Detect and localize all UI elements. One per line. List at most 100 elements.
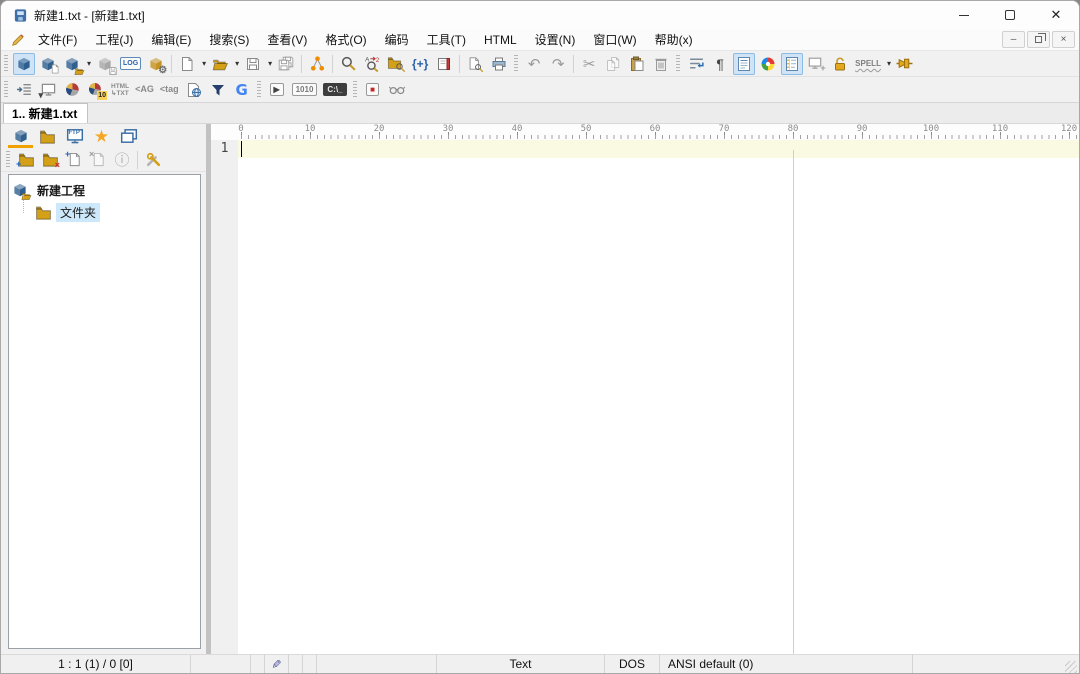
- menu-help[interactable]: 帮助(x): [646, 29, 702, 50]
- function-list-button[interactable]: [306, 53, 328, 75]
- save-all-button[interactable]: [275, 53, 297, 75]
- save-project-button[interactable]: [94, 53, 116, 75]
- google-search-button[interactable]: G: [231, 79, 253, 101]
- undo-button[interactable]: ↶: [523, 53, 545, 75]
- save-file-button[interactable]: [242, 53, 264, 75]
- code-area[interactable]: 1: [211, 140, 1079, 654]
- resize-grip-icon[interactable]: [1065, 661, 1077, 673]
- tree-item-folder[interactable]: 文件夹: [35, 201, 198, 223]
- tree-item-project[interactable]: 新建工程: [11, 179, 198, 201]
- spell-check-dropdown[interactable]: ▾: [885, 59, 893, 68]
- line-numbers-button[interactable]: [781, 53, 803, 75]
- toolbar-gripper[interactable]: [4, 81, 8, 99]
- open-file-dropdown[interactable]: ▾: [233, 59, 241, 68]
- tab-favorites-panel[interactable]: ★: [88, 125, 115, 148]
- pie-chart-base10-button[interactable]: 10: [85, 79, 107, 101]
- bookmark-list-button[interactable]: [433, 53, 455, 75]
- clone-view-button[interactable]: +: [805, 53, 827, 75]
- add-folder-button[interactable]: +: [15, 149, 37, 171]
- new-file-button[interactable]: [176, 53, 198, 75]
- open-file-button[interactable]: [209, 53, 231, 75]
- open-project-dropdown[interactable]: ▾: [85, 59, 93, 68]
- tab-project-panel[interactable]: [7, 125, 34, 148]
- word-wrap-button[interactable]: [685, 53, 707, 75]
- project-settings-button[interactable]: ⚙: [145, 53, 167, 75]
- strip-tags-button[interactable]: <AG: [133, 79, 156, 101]
- open-project-button[interactable]: [61, 53, 83, 75]
- replace-button[interactable]: [361, 53, 383, 75]
- new-file-dropdown[interactable]: ▾: [200, 59, 208, 68]
- tab-windows-panel[interactable]: [115, 125, 142, 148]
- find-button[interactable]: [337, 53, 359, 75]
- typeset-button[interactable]: ▾: [37, 79, 59, 101]
- pin-tab-button[interactable]: [894, 53, 916, 75]
- tab-directory-panel[interactable]: [34, 125, 61, 148]
- menu-search[interactable]: 搜索(S): [200, 29, 258, 50]
- add-file-to-project-button[interactable]: [37, 53, 59, 75]
- toolbar-gripper[interactable]: [6, 151, 10, 169]
- goto-button[interactable]: {+}: [409, 53, 431, 75]
- maximize-button[interactable]: [987, 1, 1033, 29]
- filter-button[interactable]: [207, 79, 229, 101]
- menu-format[interactable]: 格式(O): [316, 29, 375, 50]
- lock-file-button[interactable]: [829, 53, 851, 75]
- auto-indent-button[interactable]: [13, 79, 35, 101]
- menu-file[interactable]: 文件(F): [29, 29, 86, 50]
- mdi-restore-button[interactable]: [1027, 31, 1050, 48]
- save-file-dropdown[interactable]: ▾: [266, 59, 274, 68]
- toolbar-gripper[interactable]: [4, 55, 8, 73]
- document-tab-active[interactable]: 1.. 新建1.txt: [3, 103, 88, 123]
- show-paragraph-button[interactable]: ¶: [709, 53, 731, 75]
- run-script-button[interactable]: ▶: [266, 79, 288, 101]
- delete-button[interactable]: [650, 53, 672, 75]
- paste-button[interactable]: [626, 53, 648, 75]
- project-tools-button[interactable]: [142, 149, 164, 171]
- status-line-ending[interactable]: DOS: [605, 655, 660, 673]
- toolbar-gripper[interactable]: [353, 81, 357, 99]
- html-to-text-button[interactable]: HTML↳TXT: [109, 79, 131, 101]
- print-button[interactable]: [488, 53, 510, 75]
- hex-view-button[interactable]: 1010: [290, 79, 320, 101]
- show-whitespace-button[interactable]: [733, 53, 755, 75]
- status-encoding[interactable]: ANSI default (0): [660, 655, 913, 673]
- mdi-minimize-button[interactable]: –: [1002, 31, 1025, 48]
- copy-button[interactable]: [602, 53, 624, 75]
- project-info-button[interactable]: ⓘ: [111, 149, 133, 171]
- menu-tools[interactable]: 工具(T): [418, 29, 475, 50]
- menu-encoding[interactable]: 编码: [376, 29, 418, 50]
- menu-window[interactable]: 窗口(W): [584, 29, 645, 50]
- record-macro-button[interactable]: ■: [362, 79, 384, 101]
- trash-icon: [653, 56, 669, 72]
- insert-tag-button[interactable]: <tag: [158, 79, 181, 101]
- spell-check-button[interactable]: SPELL: [853, 53, 883, 75]
- status-doc-type[interactable]: Text: [437, 655, 605, 673]
- redo-button[interactable]: ↷: [547, 53, 569, 75]
- print-preview-button[interactable]: [464, 53, 486, 75]
- open-console-button[interactable]: C:\_: [321, 79, 348, 101]
- remove-file-button[interactable]: ×: [87, 149, 109, 171]
- project-log-button[interactable]: LOG: [118, 53, 143, 75]
- menu-edit[interactable]: 编辑(E): [142, 29, 200, 50]
- toolbar-gripper[interactable]: [676, 55, 680, 73]
- find-in-files-button[interactable]: [385, 53, 407, 75]
- add-file-button[interactable]: +: [63, 149, 85, 171]
- remove-folder-button[interactable]: ×: [39, 149, 61, 171]
- view-in-browser-button[interactable]: [183, 79, 205, 101]
- reading-mode-button[interactable]: [386, 79, 408, 101]
- new-project-button[interactable]: [13, 53, 35, 75]
- editor-pane[interactable]: 0102030405060708090100110120 1: [211, 124, 1079, 654]
- text-area[interactable]: [238, 140, 1079, 654]
- menu-settings[interactable]: 设置(N): [526, 29, 585, 50]
- toolbar-gripper[interactable]: [514, 55, 518, 73]
- menu-view[interactable]: 查看(V): [258, 29, 316, 50]
- minimize-button[interactable]: [941, 1, 987, 29]
- pie-chart-button[interactable]: [61, 79, 83, 101]
- close-button[interactable]: ✕: [1033, 1, 1079, 29]
- menu-project[interactable]: 工程(J): [86, 29, 142, 50]
- toolbar-gripper[interactable]: [257, 81, 261, 99]
- menu-html[interactable]: HTML: [475, 31, 526, 49]
- cut-button[interactable]: ✂: [578, 53, 600, 75]
- syntax-highlight-button[interactable]: [757, 53, 779, 75]
- tab-ftp-panel[interactable]: FTP: [61, 125, 88, 148]
- mdi-close-button[interactable]: ×: [1052, 31, 1075, 48]
